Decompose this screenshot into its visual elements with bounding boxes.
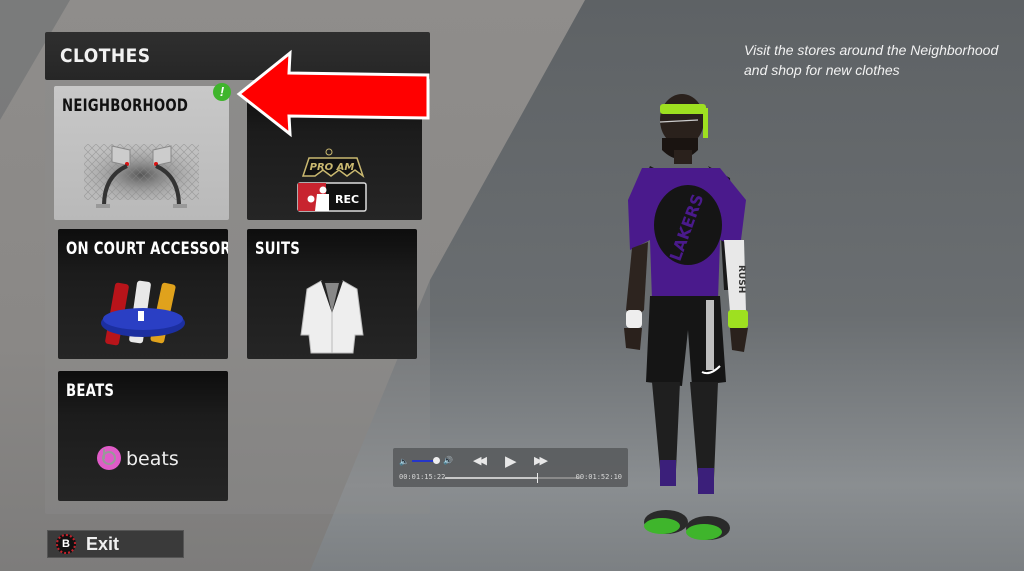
volume-low-icon: 🔈 bbox=[399, 457, 409, 466]
alert-badge: ! bbox=[213, 83, 231, 101]
tile-label: NEIGHBORHOOD bbox=[62, 96, 189, 116]
seek-bar[interactable] bbox=[445, 473, 581, 483]
suit-jacket-icon bbox=[300, 280, 364, 354]
description-text: Visit the stores around the Neighborhood… bbox=[744, 42, 999, 78]
tile-label: ON COURT ACCESSORIES bbox=[66, 239, 228, 259]
rec-logo: REC bbox=[297, 182, 367, 212]
seek-progress bbox=[445, 477, 538, 479]
beats-logo: beats bbox=[97, 446, 179, 470]
headband bbox=[660, 104, 706, 114]
total-time: 00:01:52:10 bbox=[575, 473, 622, 481]
b-button-icon: B bbox=[56, 534, 76, 554]
tile-on-court-accessories[interactable]: ON COURT ACCESSORIES bbox=[58, 229, 228, 359]
media-player: 🔈 🔊 ◀◀ ▶ ▶▶ 00:01:15:22 00:01:52:10 bbox=[393, 448, 628, 487]
beats-text: beats bbox=[126, 448, 179, 470]
wristband-icon bbox=[101, 280, 185, 346]
red-arrow-annotation bbox=[236, 49, 430, 138]
proam-text: PRO AM bbox=[310, 162, 355, 173]
svg-text:RUSH: RUSH bbox=[736, 265, 746, 293]
current-time: 00:01:15:22 bbox=[399, 473, 446, 481]
fast-forward-button[interactable]: ▶▶ bbox=[534, 454, 548, 467]
tile-label: SUITS bbox=[255, 239, 301, 259]
tile-neighborhood[interactable]: NEIGHBORHOOD bbox=[54, 86, 229, 220]
proam-logo: PRO AM bbox=[301, 148, 365, 179]
volume-high-icon: 🔊 bbox=[443, 456, 453, 465]
volume-thumb[interactable] bbox=[433, 457, 440, 464]
hoop-icon bbox=[84, 144, 199, 208]
tile-beats[interactable]: BEATS beats bbox=[58, 371, 228, 501]
rewind-button[interactable]: ◀◀ bbox=[473, 454, 487, 467]
seek-thumb[interactable] bbox=[537, 473, 539, 483]
exit-label: Exit bbox=[86, 533, 120, 554]
exit-button[interactable]: B Exit bbox=[47, 530, 184, 558]
tile-suits[interactable]: SUITS bbox=[247, 229, 417, 359]
tile-label: BEATS bbox=[66, 381, 115, 401]
play-button[interactable]: ▶ bbox=[505, 452, 517, 470]
panel-title: CLOTHES bbox=[60, 45, 151, 67]
rec-text: REC bbox=[335, 193, 359, 206]
